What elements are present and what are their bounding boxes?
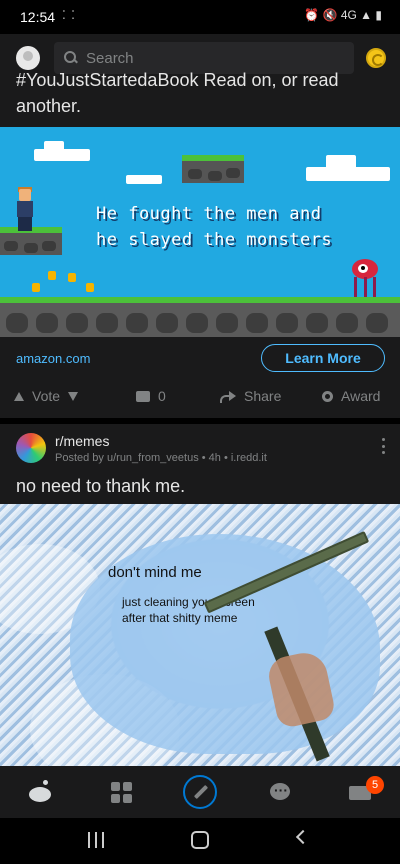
banner-caption-line-2: he slayed the monsters	[96, 230, 333, 250]
status-bar: 12:54 ⁚ ⁚ ⏰ 🔇 4G ▲ ▮	[0, 0, 400, 34]
vote-label: Vote	[32, 388, 61, 404]
share-button[interactable]: Share	[220, 388, 281, 404]
award-button[interactable]: Award	[322, 388, 380, 404]
cloud-decoration	[126, 175, 162, 184]
post-title[interactable]: no need to thank me.	[16, 476, 185, 497]
meme-caption-main: don't mind me	[108, 564, 202, 581]
award-icon	[322, 390, 333, 402]
system-nav-bar	[0, 818, 400, 864]
coin-sprite	[68, 273, 76, 282]
post-meta: Posted by u/run_from_veetus • 4h • i.red…	[55, 452, 267, 464]
create-post-icon[interactable]	[183, 775, 217, 809]
monster-sprite	[348, 259, 382, 299]
comment-icon	[136, 390, 150, 402]
bottom-nav: 5	[0, 766, 400, 818]
home-reddit-icon[interactable]	[26, 778, 54, 806]
meme-caption-line-2: after that shitty meme	[122, 611, 238, 625]
feed-post[interactable]: r/memes Posted by u/run_from_veetus • 4h…	[0, 424, 400, 766]
learn-more-button[interactable]: Learn More	[261, 344, 385, 372]
downvote-icon[interactable]	[68, 391, 79, 401]
promoted-post[interactable]: #YouJustStartedaBook Read on, or read an…	[0, 70, 400, 418]
search-icon	[64, 51, 78, 65]
communities-grid-icon[interactable]	[106, 778, 134, 806]
cloud-decoration	[306, 167, 390, 181]
system-icons: ⏰ 🔇 4G ▲ ▮	[304, 8, 382, 22]
subreddit-avatar[interactable]	[16, 433, 46, 463]
ad-banner-image[interactable]: He fought the men and he slayed the mons…	[0, 127, 400, 337]
back-icon[interactable]	[295, 829, 311, 845]
more-options-icon[interactable]	[382, 438, 386, 454]
inbox-badge: 5	[366, 776, 384, 794]
post-action-bar: Vote 0 Share Award	[0, 379, 400, 415]
banner-caption: He fought the men and he slayed the mons…	[96, 201, 332, 253]
share-label: Share	[244, 388, 282, 404]
chat-icon[interactable]	[266, 778, 294, 806]
ad-footer: amazon.com Learn More	[0, 337, 400, 379]
cloud-decoration	[326, 155, 356, 169]
comments-button[interactable]: 0	[136, 388, 166, 404]
post-title-overflow-line: #YouJustStartedaBook Read on, or read	[16, 70, 339, 90]
search-input[interactable]	[86, 49, 326, 67]
notification-indicators: ⁚ ⁚	[62, 8, 76, 22]
coin-sprite	[48, 271, 56, 280]
profile-avatar[interactable]	[16, 46, 40, 70]
subreddit-name[interactable]: r/memes	[55, 433, 109, 449]
banner-caption-line-1: He fought the men and	[96, 204, 322, 224]
upvote-icon[interactable]	[14, 391, 24, 401]
award-label: Award	[341, 388, 381, 404]
status-time: 12:54	[20, 9, 56, 25]
comment-count: 0	[158, 388, 166, 404]
coin-sprite	[32, 283, 40, 292]
ad-domain-link[interactable]: amazon.com	[16, 351, 90, 366]
recent-apps-icon[interactable]	[88, 832, 104, 848]
ground-terrain	[0, 297, 400, 337]
hero-sprite	[14, 187, 36, 233]
vote-control: Vote	[14, 388, 79, 404]
coins-icon[interactable]	[366, 48, 386, 68]
floating-platform	[182, 155, 244, 183]
post-title: another.	[16, 96, 82, 116]
home-button-icon[interactable]	[191, 831, 209, 849]
cloud-decoration	[44, 141, 64, 151]
coin-sprite	[86, 283, 94, 292]
post-image[interactable]: don't mind me just cleaning your screen …	[0, 504, 400, 766]
share-icon	[220, 391, 236, 403]
